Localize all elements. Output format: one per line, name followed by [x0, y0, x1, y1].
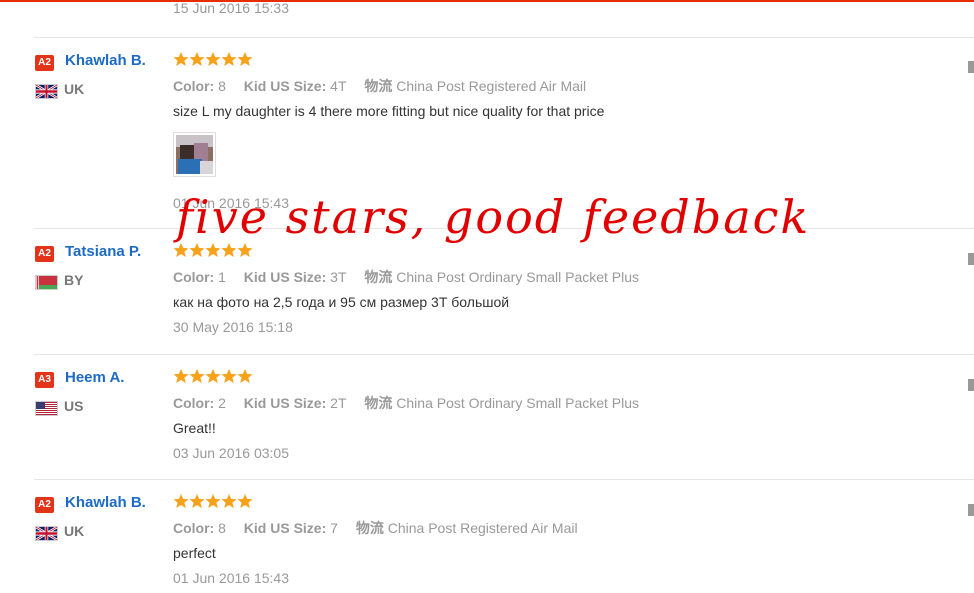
buyer-country: UK [64, 81, 85, 97]
buyer-name[interactable]: Tatsiana P. [65, 243, 141, 260]
buyer-country: BY [64, 272, 84, 288]
review-text: size L my daughter is 4 there more fitti… [173, 103, 605, 119]
buyer-name[interactable]: Heem A. [65, 369, 124, 386]
logistics-label: 物流 [355, 520, 384, 536]
previous-review-date: 15 Jun 2016 15:33 [173, 0, 289, 16]
buyer-country: UK [64, 523, 85, 539]
buyer-level-badge: A2 [35, 497, 54, 513]
buyer-level-badge: A2 [35, 55, 54, 71]
review-date: 30 May 2016 15:18 [173, 319, 293, 335]
size-label: Kid US Size: [243, 78, 327, 94]
color-value: 8 [218, 520, 226, 536]
size-label: Kid US Size: [243, 520, 327, 536]
color-label: Color: [173, 395, 215, 411]
size-value: 7 [330, 520, 338, 536]
buyer-country: US [64, 398, 84, 414]
scroll-indicator [968, 504, 974, 516]
logistics-label: 物流 [364, 395, 393, 411]
review-date: 03 Jun 2016 03:05 [173, 445, 289, 461]
scroll-indicator [968, 253, 974, 265]
scroll-indicator [968, 61, 974, 73]
rating-stars [173, 51, 255, 68]
color-value: 2 [218, 395, 226, 411]
review-date: 01 Jun 2016 15:43 [173, 570, 289, 586]
color-value: 8 [218, 78, 226, 94]
size-value: 2T [330, 395, 347, 411]
order-info: Color: 2 Kid US Size: 2T 物流 China Post O… [173, 393, 639, 413]
color-value: 1 [218, 269, 226, 285]
color-label: Color: [173, 520, 215, 536]
rating-stars [173, 493, 255, 510]
flag-uk-icon [35, 526, 58, 541]
color-label: Color: [173, 78, 215, 94]
buyer-name[interactable]: Khawlah B. [65, 494, 146, 511]
review-text: как на фото на 2,5 года и 95 см размер 3… [173, 294, 510, 310]
flag-by-icon [35, 275, 58, 290]
shipping-method: China Post Registered Air Mail [387, 520, 578, 536]
flag-uk-icon [35, 84, 58, 99]
buyer-name[interactable]: Khawlah B. [65, 52, 146, 69]
shipping-method: China Post Registered Air Mail [396, 78, 587, 94]
size-label: Kid US Size: [243, 395, 327, 411]
shipping-method: China Post Ordinary Small Packet Plus [396, 395, 640, 411]
flag-us-icon [35, 401, 58, 416]
size-value: 4T [330, 78, 347, 94]
buyer-level-badge: A3 [35, 372, 54, 388]
size-value: 3T [330, 269, 347, 285]
buyer-level-badge: A2 [35, 246, 54, 262]
review-item: A2 Khawlah B. UK Color: 8 Kid US Size: 7… [34, 479, 974, 593]
review-item: A3 Heem A. US Color: 2 Kid US Size: 2T 物… [34, 354, 974, 480]
top-accent-line [0, 0, 974, 2]
rating-stars [173, 368, 255, 385]
rating-stars [173, 242, 255, 259]
order-info: Color: 1 Kid US Size: 3T 物流 China Post O… [173, 267, 639, 287]
logistics-label: 物流 [364, 78, 393, 94]
review-photo-thumbnail[interactable] [173, 132, 216, 177]
shipping-method: China Post Ordinary Small Packet Plus [396, 269, 640, 285]
logistics-label: 物流 [364, 269, 393, 285]
feedback-overlay-caption: five stars, good feedback [176, 190, 811, 244]
review-text: Great!! [173, 420, 216, 436]
size-label: Kid US Size: [243, 269, 327, 285]
color-label: Color: [173, 269, 215, 285]
order-info: Color: 8 Kid US Size: 7 物流 China Post Re… [173, 518, 578, 538]
review-text: perfect [173, 545, 216, 561]
order-info: Color: 8 Kid US Size: 4T 物流 China Post R… [173, 76, 586, 96]
review-item: A2 Tatsiana P. BY Color: 1 Kid US Size: … [34, 228, 974, 355]
scroll-indicator [968, 379, 974, 391]
